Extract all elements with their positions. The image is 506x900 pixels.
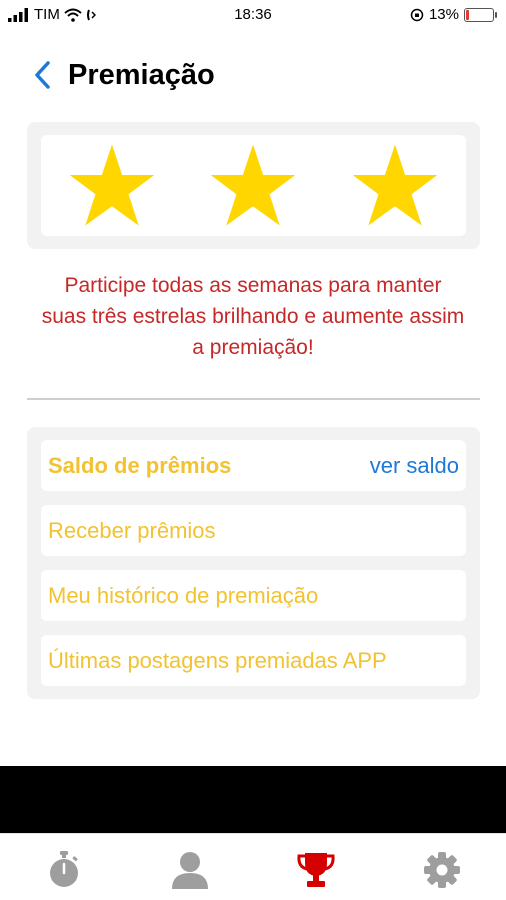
status-right: 13%	[410, 6, 497, 23]
stars-row	[41, 135, 466, 236]
menu-item-saldo: Saldo de prêmios ver saldo	[41, 440, 466, 491]
black-band	[0, 766, 506, 833]
tab-settings[interactable]	[420, 848, 464, 892]
page-title: Premiação	[68, 59, 215, 91]
menu-item-ultimas-postagens[interactable]: Últimas postagens premiadas APP	[41, 635, 466, 686]
back-button[interactable]	[28, 58, 56, 92]
battery-level	[466, 9, 469, 20]
orientation-lock-icon	[410, 8, 424, 21]
star-icon	[211, 144, 296, 226]
menu-item-label: Últimas postagens premiadas APP	[48, 647, 387, 673]
trophy-icon	[297, 853, 335, 887]
tab-profile[interactable]	[168, 848, 212, 892]
battery-percent: 13%	[428, 6, 459, 23]
rewards-menu: Saldo de prêmios ver saldo Receber prêmi…	[27, 427, 480, 699]
motivation-message: Participe todas as semanas para manter s…	[41, 274, 465, 359]
stars-panel	[27, 122, 480, 249]
menu-item-receber-premios[interactable]: Receber prêmios	[41, 505, 466, 556]
menu-item-label: Meu histórico de premiação	[48, 582, 319, 608]
tab-awards[interactable]	[294, 848, 338, 892]
gear-icon	[424, 852, 460, 888]
chevron-left-icon	[35, 61, 50, 89]
page-header: Premiação	[0, 50, 506, 100]
tab-stopwatch[interactable]	[42, 848, 86, 892]
stopwatch-icon	[50, 851, 78, 887]
menu-item-historico[interactable]: Meu histórico de premiação	[41, 570, 466, 621]
star-icon	[352, 144, 438, 226]
saldo-label: Saldo de prêmios	[48, 452, 232, 478]
status-bar: TIM 18:36 13%	[0, 0, 506, 30]
ver-saldo-link[interactable]: ver saldo	[370, 453, 459, 479]
divider	[27, 398, 480, 400]
menu-item-label: Receber prêmios	[48, 517, 216, 543]
star-icon	[69, 144, 155, 226]
user-icon	[172, 852, 208, 889]
battery-icon	[464, 7, 497, 22]
tab-bar	[0, 833, 506, 900]
